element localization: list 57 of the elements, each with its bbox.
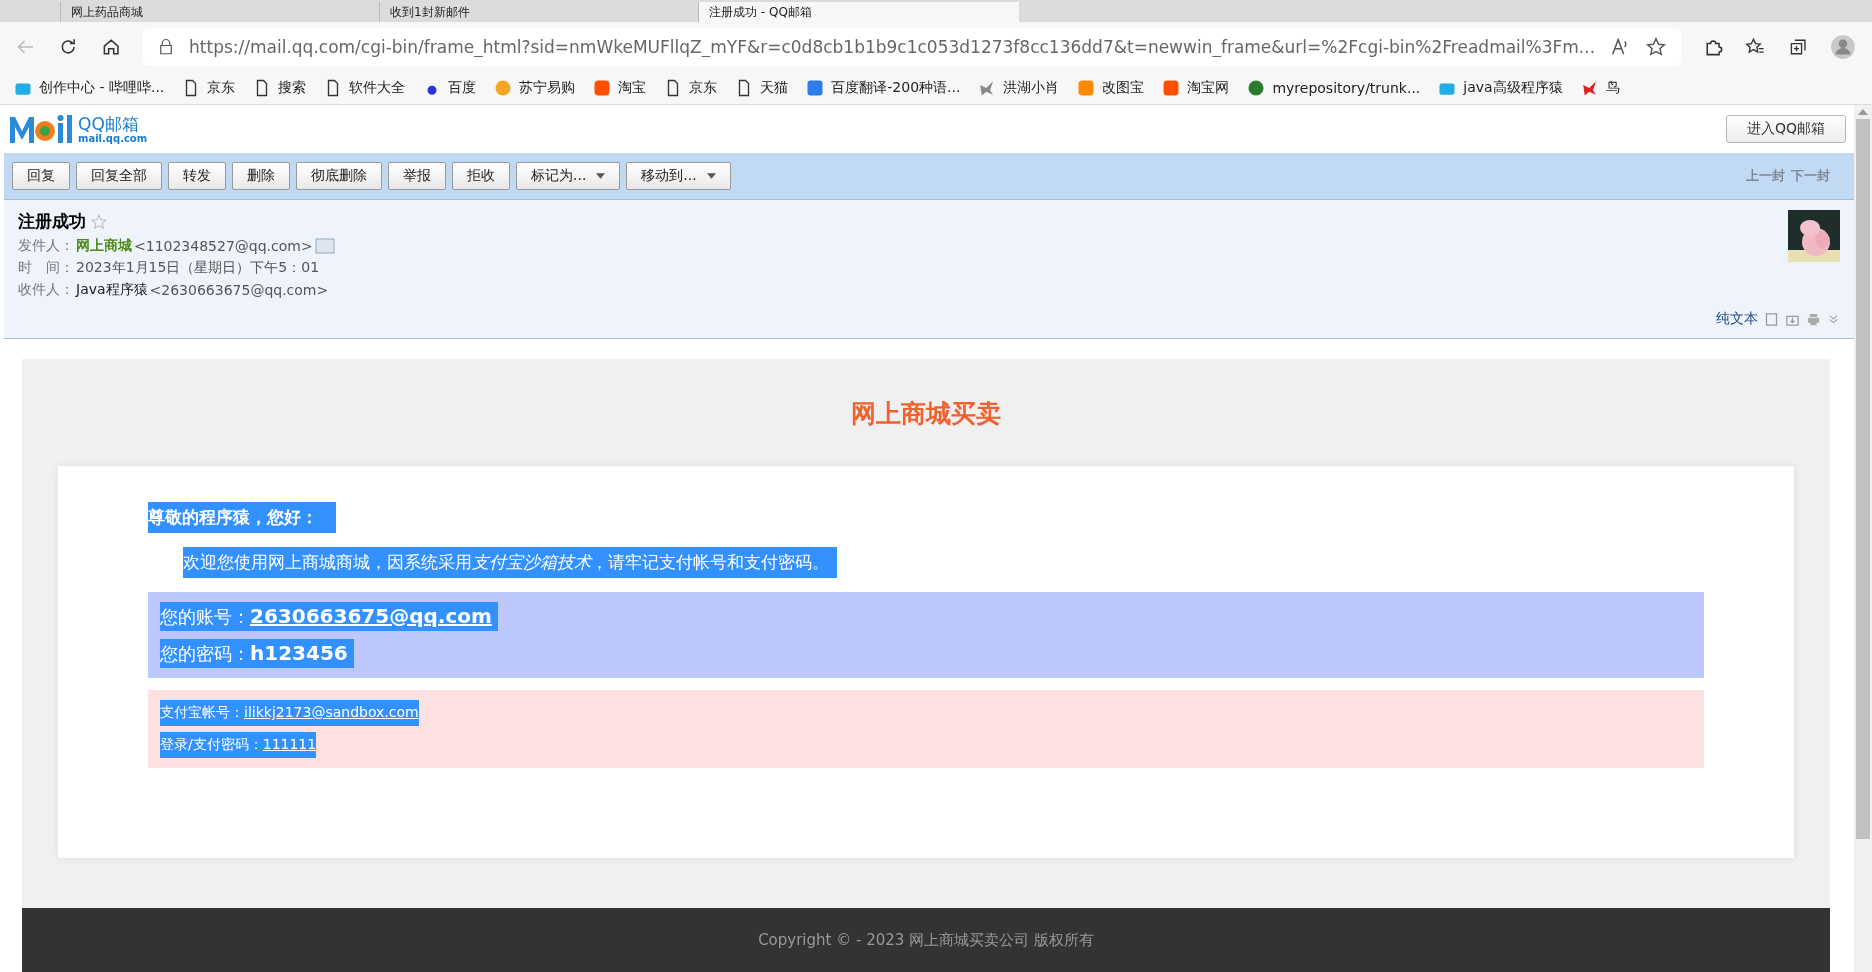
recipient-label: 收件人： (18, 281, 74, 299)
enter-mailbox-button[interactable]: 进入QQ邮箱 (1725, 115, 1846, 143)
browser-tab[interactable]: 注册成功 - QQ邮箱 (698, 2, 1019, 22)
bookmark[interactable]: 改图宝 (1077, 79, 1145, 97)
star-add-icon (1645, 36, 1668, 58)
bookmark[interactable]: 百度翻译-200种语... (806, 79, 961, 97)
sender-label: 发件人： (18, 237, 74, 255)
star-icon (90, 212, 108, 231)
bookmark[interactable]: 搜索 (253, 79, 307, 97)
time-label: 时 间： (18, 259, 74, 277)
bookmark[interactable]: 洪湖小肖 (978, 79, 1060, 97)
print-icon (1806, 311, 1821, 327)
caret-icon (596, 173, 606, 179)
contact-card-icon (314, 238, 335, 254)
bookmark[interactable]: java高级程序猿 (1438, 79, 1563, 97)
toolbar-button[interactable]: 删除 (232, 162, 290, 190)
bookmark[interactable]: 京东 (182, 79, 236, 97)
bookmark[interactable]: 百度 (423, 79, 477, 97)
sender-address: <1102348527@qq.com> (134, 238, 313, 254)
mail-subject: 注册成功 (18, 210, 86, 233)
toolbar-button[interactable]: 回复 (12, 162, 70, 190)
plain-text-link[interactable]: 纯文本 (1716, 310, 1758, 328)
intro-text: 欢迎您使用网上商城商城，因系统采用支付宝沙箱技术，请牢记支付帐号和支付密码。 (183, 547, 837, 578)
footer: Copyright © - 2023 网上商城买卖公司 版权所有 (22, 908, 1830, 972)
toolbar-button[interactable]: 转发 (168, 162, 226, 190)
bookmark[interactable]: 淘宝网 (1162, 79, 1230, 97)
bookmark[interactable]: 软件大全 (324, 79, 406, 97)
password-value: h123456 (250, 641, 348, 665)
bookmark[interactable]: 天猫 (735, 79, 789, 97)
bookmark[interactable]: 苏宁易购 (494, 79, 576, 97)
scroll-up-icon (1858, 109, 1868, 115)
bookmark[interactable]: myrepository/trunk... (1247, 79, 1421, 97)
toolbar-button[interactable]: 彻底删除 (296, 162, 382, 190)
bookmark[interactable]: 创作中心 - 哔哩哔... (14, 79, 165, 97)
bookmark[interactable]: 京东 (664, 79, 718, 97)
sent-time: 2023年1月15日（星期日）下午5：01 (76, 259, 320, 277)
dropdown-button[interactable]: 移动到... (626, 162, 731, 190)
mail-logo-text: QQ邮箱 mail.qq.com (78, 114, 148, 144)
note-icon (1764, 311, 1779, 327)
caret-icon (706, 173, 716, 179)
square-icon (1077, 79, 1096, 97)
bird-icon (1580, 79, 1599, 97)
toolbar-button[interactable]: 回复全部 (76, 162, 162, 190)
dropdown-button[interactable]: 标记为... (516, 162, 621, 190)
message-title: 网上商城买卖 (850, 398, 1002, 430)
sender-name[interactable]: 网上商城 (76, 237, 132, 255)
avatar-icon (1830, 33, 1856, 61)
bookmark[interactable]: 鸟 (1580, 79, 1620, 97)
greeting: 尊敬的程序猿，您好： (148, 502, 336, 533)
recipient-address: <2630663675@qq.com> (149, 282, 329, 298)
toolbar-button[interactable]: 举报 (388, 162, 446, 190)
address-bar[interactable]: https://mail.qq.com/cgi-bin/frame_html?sid=nmWkeMUFllqZ_mYF&r=c0d8cb1b1b9c1c053d1273f8cc136dd7&t=newwin_frame&url=%2Fcgi-bin%2Freadmail%3Fm... (143, 28, 1682, 66)
circle-icon (1247, 79, 1266, 97)
recipient-name: Java程序猿 (76, 281, 148, 299)
scrollbar-thumb[interactable] (1856, 119, 1870, 839)
bookmark[interactable]: 淘宝 (593, 79, 647, 97)
toolbar-button[interactable]: 拒收 (452, 162, 510, 190)
